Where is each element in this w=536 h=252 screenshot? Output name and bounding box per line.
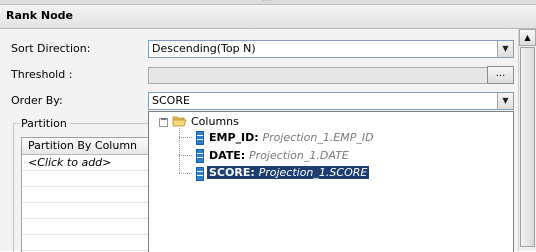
threshold-browse-button[interactable]: ... [487,66,514,84]
resize-grip-icon[interactable]: ···· [258,0,278,5]
tree-connector [179,155,192,156]
order-by-column-tree: ⊟ − Columns EMP_ID: Projection_1.EMP_ID … [148,111,514,252]
tree-connector [179,173,192,174]
threshold-input[interactable] [148,67,488,84]
tree-item-emp-id[interactable]: EMP_ID: Projection_1.EMP_ID [209,131,374,144]
column-icon [196,131,204,145]
tree-root-columns[interactable]: Columns [191,115,239,128]
tree-connector [179,128,180,173]
scroll-up-icon[interactable]: ▲ [519,29,536,46]
order-by-label: Order By: [11,94,63,107]
threshold-label: Threshold : [11,68,73,81]
tree-connector [179,137,192,138]
sort-direction-label: Sort Direction: [11,42,91,55]
tree-item-score-selected[interactable]: SCORE: Projection_1.SCORE [207,166,370,179]
scrollbar-thumb[interactable] [520,47,535,247]
sort-direction-dropdown[interactable]: Descending(Top N) ▼ [148,40,514,58]
chevron-down-icon[interactable]: ▼ [497,41,513,57]
column-icon [196,149,204,163]
column-icon [196,167,204,181]
vertical-scrollbar[interactable]: ▲ [518,29,536,251]
order-by-dropdown[interactable]: SCORE ▼ [148,92,514,110]
folder-open-icon [172,116,187,127]
partition-legend: Partition [19,117,69,130]
chevron-down-icon[interactable]: ▼ [497,93,513,109]
tree-item-date[interactable]: DATE: Projection_1.DATE [209,149,349,162]
sort-direction-value: Descending(Top N) [152,42,256,55]
panel-title: Rank Node [6,9,73,22]
order-by-value: SCORE [152,94,190,107]
panel-title-bar: Rank Node [0,5,536,29]
